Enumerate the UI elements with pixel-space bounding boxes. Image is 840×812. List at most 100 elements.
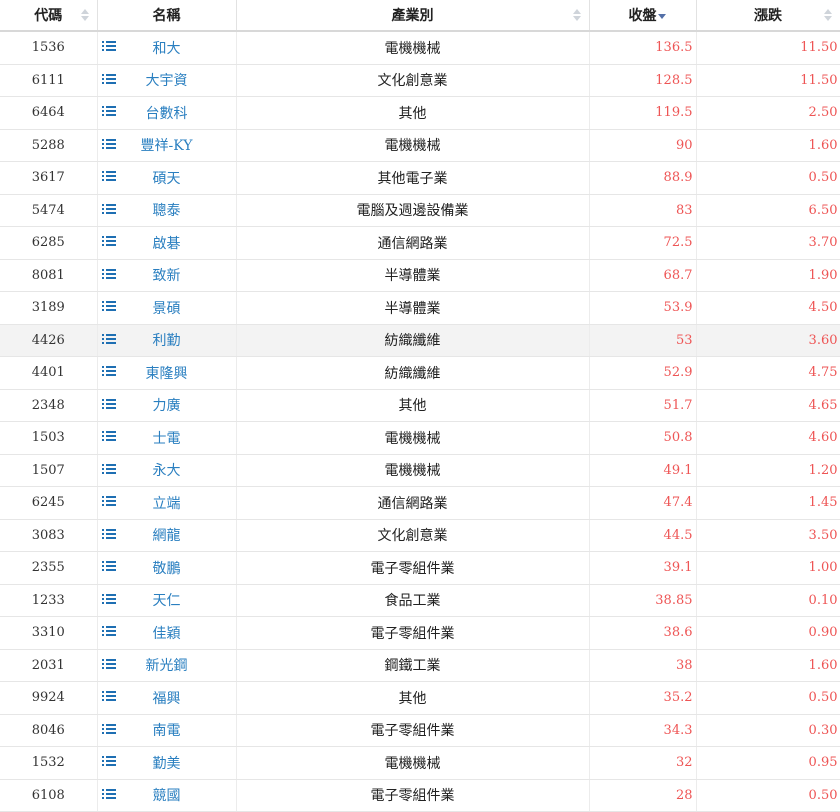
- list-icon[interactable]: [101, 301, 116, 312]
- list-icon[interactable]: [101, 106, 116, 117]
- list-icon[interactable]: [101, 593, 116, 605]
- stock-name-cell: 南電: [97, 714, 237, 747]
- table-row[interactable]: 5288 豐祥-KY 電機機械 90 1.60: [0, 129, 840, 162]
- stock-name-link[interactable]: 利勤: [153, 333, 181, 349]
- stock-name-link[interactable]: 天仁: [153, 593, 181, 609]
- stock-code: 5474: [0, 194, 98, 227]
- stock-name-cell: 競國: [97, 779, 237, 812]
- stock-change: 0.50: [696, 161, 840, 195]
- stock-name-link[interactable]: 競國: [153, 788, 181, 804]
- table-row[interactable]: 5474 聰泰 電腦及週邊設備業 83 6.50: [0, 194, 840, 227]
- list-icon[interactable]: [101, 268, 116, 280]
- stock-name-link[interactable]: 永大: [153, 463, 181, 479]
- list-icon[interactable]: [101, 496, 116, 507]
- table-row[interactable]: 1532 勤美 電機機械 32 0.95: [0, 746, 840, 780]
- stock-name-cell: 士電: [97, 421, 237, 455]
- list-icon[interactable]: [101, 333, 116, 345]
- list-icon[interactable]: [101, 41, 116, 52]
- stock-name-link[interactable]: 啟碁: [153, 236, 181, 252]
- stock-name-link[interactable]: 和大: [153, 41, 181, 57]
- table-row[interactable]: 4426 利勤 紡織纖維 53 3.60: [0, 324, 840, 357]
- stock-name-link[interactable]: 立端: [153, 496, 181, 512]
- list-icon[interactable]: [101, 138, 116, 150]
- table-row[interactable]: 2031 新光鋼 鋼鐵工業 38 1.60: [0, 649, 840, 682]
- table-row[interactable]: 1536 和大 電機機械 136.5 11.50: [0, 31, 840, 65]
- table-row[interactable]: 3310 佳穎 電子零組件業 38.6 0.90: [0, 616, 840, 650]
- list-icon[interactable]: [101, 73, 116, 85]
- table-row[interactable]: 3617 碩天 其他電子業 88.9 0.50: [0, 161, 840, 195]
- stock-name-link[interactable]: 網龍: [153, 528, 181, 544]
- list-icon[interactable]: [101, 236, 116, 247]
- stock-name-link[interactable]: 福興: [153, 691, 181, 707]
- table-row[interactable]: 8046 南電 電子零組件業 34.3 0.30: [0, 714, 840, 747]
- stock-name-link[interactable]: 勤美: [153, 756, 181, 772]
- table-row[interactable]: 6245 立端 通信網路業 47.4 1.45: [0, 486, 840, 520]
- list-icon[interactable]: [101, 431, 116, 442]
- list-icon[interactable]: [101, 366, 116, 377]
- stock-change: 1.00: [696, 551, 840, 585]
- table-row[interactable]: 6285 啟碁 通信網路業 72.5 3.70: [0, 226, 840, 260]
- stock-name-link[interactable]: 東隆興: [146, 366, 188, 382]
- stock-name-link[interactable]: 豐祥-KY: [140, 138, 192, 154]
- stock-name-link[interactable]: 敬鵬: [153, 561, 181, 577]
- table-row[interactable]: 6111 大宇資 文化創意業 128.5 11.50: [0, 64, 840, 97]
- header-change[interactable]: 漲跌: [696, 0, 840, 32]
- stock-name-link[interactable]: 士電: [153, 431, 181, 447]
- stock-name-link[interactable]: 碩天: [153, 171, 181, 187]
- stock-name-link[interactable]: 大宇資: [146, 73, 188, 89]
- stock-industry: 鋼鐵工業: [236, 649, 590, 682]
- stock-name-cell: 天仁: [97, 584, 237, 617]
- table-row[interactable]: 2355 敬鵬 電子零組件業 39.1 1.00: [0, 551, 840, 585]
- sort-desc-icon: [657, 9, 666, 21]
- stock-close: 90: [589, 129, 697, 162]
- header-name-label: 名稱: [152, 8, 181, 24]
- stock-industry: 電機機械: [236, 31, 590, 65]
- stock-name-link[interactable]: 新光鋼: [146, 658, 188, 674]
- list-icon[interactable]: [101, 203, 116, 215]
- table-row[interactable]: 1507 永大 電機機械 49.1 1.20: [0, 454, 840, 487]
- list-icon[interactable]: [101, 561, 116, 572]
- list-icon[interactable]: [101, 171, 116, 182]
- stock-name-link[interactable]: 台數科: [146, 106, 188, 122]
- sort-icon: [572, 9, 581, 21]
- list-icon[interactable]: [101, 463, 116, 475]
- stock-name-cell: 啟碁: [97, 226, 237, 260]
- stock-name-cell: 聰泰: [97, 194, 237, 227]
- stock-code: 3083: [0, 519, 98, 552]
- list-icon[interactable]: [101, 723, 116, 735]
- stock-name-link[interactable]: 佳穎: [153, 626, 181, 642]
- table-row[interactable]: 2348 力廣 其他 51.7 4.65: [0, 389, 840, 422]
- table-row[interactable]: 4401 東隆興 紡織纖維 52.9 4.75: [0, 356, 840, 390]
- stock-name-link[interactable]: 聰泰: [153, 203, 181, 219]
- stock-close: 72.5: [589, 226, 697, 260]
- table-row[interactable]: 3083 網龍 文化創意業 44.5 3.50: [0, 519, 840, 552]
- table-row[interactable]: 1233 天仁 食品工業 38.85 0.10: [0, 584, 840, 617]
- table-row[interactable]: 3189 景碩 半導體業 53.9 4.50: [0, 291, 840, 325]
- stock-industry: 電子零組件業: [236, 551, 590, 585]
- header-code[interactable]: 代碼: [0, 0, 98, 32]
- table-row[interactable]: 6108 競國 電子零組件業 28 0.50: [0, 779, 840, 812]
- list-icon[interactable]: [101, 658, 116, 670]
- header-industry[interactable]: 產業別: [236, 0, 590, 32]
- stock-name-link[interactable]: 致新: [153, 268, 181, 284]
- stock-code: 2031: [0, 649, 98, 682]
- list-icon[interactable]: [101, 528, 116, 540]
- list-icon[interactable]: [101, 398, 116, 410]
- stock-name-link[interactable]: 力廣: [153, 398, 181, 414]
- table-row[interactable]: 6464 台數科 其他 119.5 2.50: [0, 96, 840, 130]
- table-row[interactable]: 8081 致新 半導體業 68.7 1.90: [0, 259, 840, 292]
- list-icon[interactable]: [101, 691, 116, 702]
- stock-name-link[interactable]: 景碩: [153, 301, 181, 317]
- stock-name-link[interactable]: 南電: [153, 723, 181, 739]
- header-code-label: 代碼: [34, 8, 63, 24]
- stock-close: 34.3: [589, 714, 697, 747]
- list-icon[interactable]: [101, 788, 116, 800]
- table-row[interactable]: 1503 士電 電機機械 50.8 4.60: [0, 421, 840, 455]
- list-icon[interactable]: [101, 756, 116, 767]
- stock-industry: 通信網路業: [236, 226, 590, 260]
- table-row[interactable]: 9924 福興 其他 35.2 0.50: [0, 681, 840, 715]
- header-close[interactable]: 收盤: [589, 0, 697, 32]
- stock-name-cell: 致新: [97, 259, 237, 292]
- list-icon[interactable]: [101, 626, 116, 637]
- header-name[interactable]: 名稱: [97, 0, 237, 32]
